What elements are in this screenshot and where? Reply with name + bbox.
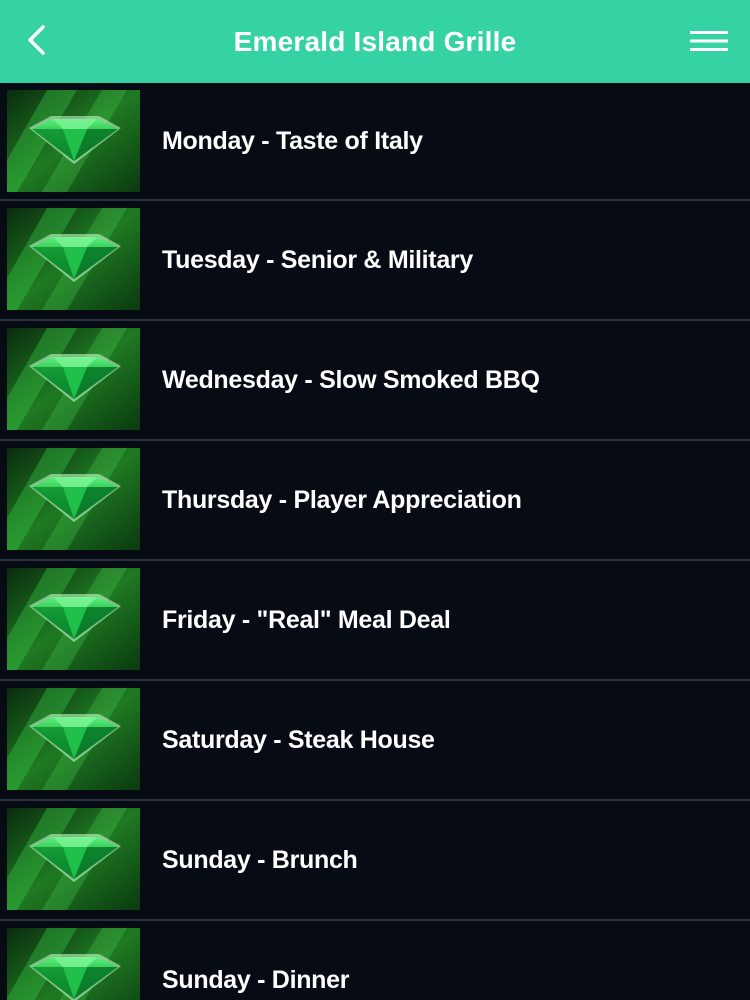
list-item-4[interactable]: Thursday - Player Appreciation	[0, 441, 750, 561]
emerald-gem-icon	[7, 928, 140, 1000]
list-item-label: Sunday - Dinner	[162, 965, 350, 994]
list-item-2[interactable]: Tuesday - Senior & Military	[0, 201, 750, 321]
hamburger-menu-icon	[690, 31, 728, 51]
emerald-gem-icon	[7, 90, 140, 192]
list-item-label: Monday - Taste of Italy	[162, 126, 423, 155]
emerald-gem-icon	[7, 208, 140, 310]
emerald-gem-icon	[7, 448, 140, 550]
emerald-gem-icon	[7, 808, 140, 910]
specials-list: Monday - Taste of Italy Tuesday - Senior…	[0, 83, 750, 1000]
list-item-label: Thursday - Player Appreciation	[162, 485, 522, 514]
list-item-label: Saturday - Steak House	[162, 725, 435, 754]
back-button[interactable]	[14, 18, 58, 62]
menu-button[interactable]	[682, 18, 736, 64]
emerald-gem-icon	[7, 568, 140, 670]
list-item-label: Wednesday - Slow Smoked BBQ	[162, 365, 540, 394]
list-item-6[interactable]: Saturday - Steak House	[0, 681, 750, 801]
app-screen: Emerald Island Grille Monday - Taste of …	[0, 0, 750, 1000]
list-item-1[interactable]: Monday - Taste of Italy	[0, 83, 750, 201]
emerald-gem-icon	[7, 688, 140, 790]
list-item-label: Tuesday - Senior & Military	[162, 245, 473, 274]
chevron-left-icon	[28, 25, 45, 55]
list-item-3[interactable]: Wednesday - Slow Smoked BBQ	[0, 321, 750, 441]
list-item-8[interactable]: Sunday - Dinner	[0, 921, 750, 1000]
list-item-label: Friday - "Real" Meal Deal	[162, 605, 451, 634]
top-app-bar: Emerald Island Grille	[0, 0, 750, 83]
emerald-gem-icon	[7, 328, 140, 430]
list-item-label: Sunday - Brunch	[162, 845, 358, 874]
list-item-5[interactable]: Friday - "Real" Meal Deal	[0, 561, 750, 681]
list-item-7[interactable]: Sunday - Brunch	[0, 801, 750, 921]
page-title: Emerald Island Grille	[233, 25, 517, 57]
